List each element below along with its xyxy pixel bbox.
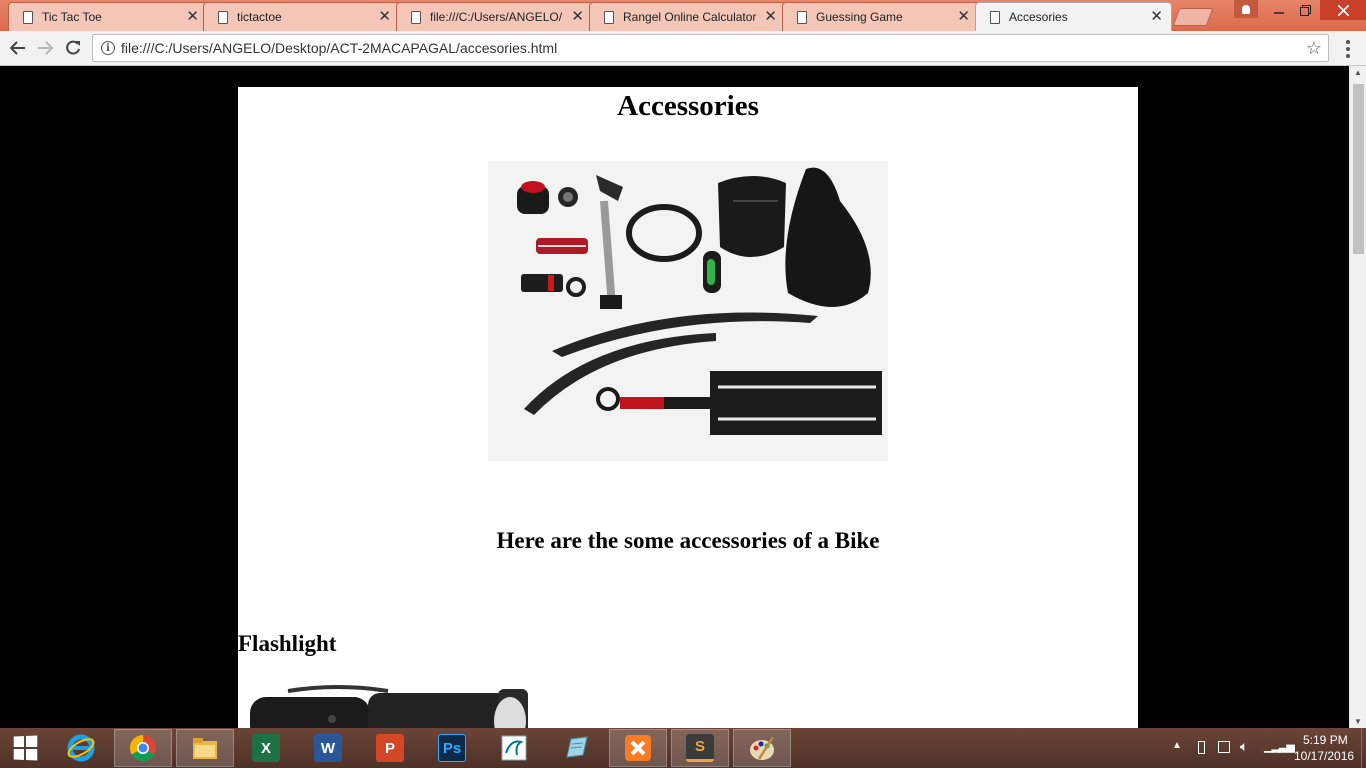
- tab-label: file:///C:/Users/ANGELO/: [430, 10, 563, 24]
- address-bar[interactable]: i file:///C:/Users/ANGELO/Desktop/ACT-2M…: [92, 34, 1329, 62]
- powerpoint-icon: P: [376, 734, 404, 762]
- page-icon: [218, 11, 228, 24]
- mysql-installer-icon: [501, 735, 527, 761]
- photoshop-icon: Ps: [438, 734, 466, 762]
- clock-date[interactable]: 10/17/2016: [1294, 749, 1354, 763]
- tab-tictactoe[interactable]: tictactoe ✕: [203, 2, 400, 31]
- taskbar-powerpoint[interactable]: P: [361, 729, 419, 767]
- minimize-button[interactable]: [1266, 0, 1292, 20]
- page-icon: [797, 11, 807, 24]
- xampp-icon: [625, 735, 651, 761]
- scrollbar-thumb[interactable]: [1353, 84, 1364, 254]
- close-icon[interactable]: ✕: [186, 8, 199, 25]
- dot: [1346, 54, 1350, 58]
- menu-button[interactable]: [1336, 37, 1360, 61]
- reload-button[interactable]: [61, 36, 85, 60]
- battery-icon[interactable]: [1198, 741, 1205, 754]
- intro-text: Here are the some accessories of a Bike: [496, 528, 880, 553]
- dot: [1346, 47, 1350, 51]
- tab-rangel-online-calculator[interactable]: Rangel Online Calculator ✕: [589, 2, 786, 31]
- close-icon[interactable]: ✕: [764, 8, 777, 25]
- start-button[interactable]: [0, 728, 50, 768]
- flashlight-image: [250, 685, 528, 728]
- notepad-icon: [566, 736, 588, 758]
- bike-accessories-image: [488, 161, 888, 461]
- show-hidden-icons-chevron-icon[interactable]: ▲: [1172, 740, 1182, 751]
- action-center-icon[interactable]: [1218, 741, 1230, 753]
- page-title: Accessories: [617, 90, 759, 122]
- tab-tic-tac-toe[interactable]: Tic Tac Toe ✕: [8, 2, 208, 31]
- minimize-icon: [1274, 12, 1284, 14]
- tab-label: Rangel Online Calculator: [623, 10, 757, 24]
- page-viewport: Accessories Here are the some accessorie…: [0, 66, 1349, 728]
- person-icon: [1242, 4, 1250, 14]
- close-icon[interactable]: ✕: [571, 8, 584, 25]
- page-content: Accessories Here are the some accessorie…: [238, 87, 1138, 728]
- vertical-scrollbar[interactable]: ▲ ▼: [1349, 66, 1366, 728]
- scroll-down-arrow-icon[interactable]: ▼: [1354, 717, 1362, 726]
- reload-icon: [66, 40, 80, 55]
- page-icon: [604, 11, 614, 24]
- bookmark-star-icon[interactable]: ☆: [1306, 38, 1322, 59]
- back-button[interactable]: [6, 36, 30, 60]
- tab-label: Accesories: [1009, 10, 1068, 24]
- taskbar-photoshop[interactable]: Ps: [423, 729, 481, 767]
- url-text[interactable]: file:///C:/Users/ANGELO/Desktop/ACT-2MAC…: [121, 40, 557, 56]
- profile-button[interactable]: [1234, 0, 1258, 18]
- arrow-right-icon: [38, 41, 53, 55]
- close-icon[interactable]: ✕: [1150, 8, 1163, 25]
- tab-label: Tic Tac Toe: [42, 10, 102, 24]
- page-icon: [23, 11, 33, 24]
- network-signal-icon[interactable]: ▁▂▃▅: [1264, 740, 1295, 753]
- tab-file-path[interactable]: file:///C:/Users/ANGELO/ ✕: [396, 2, 593, 31]
- taskbar-file-explorer[interactable]: [176, 729, 234, 767]
- taskbar-internet-explorer[interactable]: [52, 729, 110, 767]
- chrome-icon: [129, 734, 156, 762]
- windows-taskbar: X W P Ps S ▲ 🔈︎ ▁▂▃▅ 5:19 PM 10/17/2016: [0, 728, 1366, 768]
- show-desktop-button[interactable]: [1361, 728, 1366, 768]
- close-icon[interactable]: ✕: [378, 8, 391, 25]
- close-icon: [1337, 4, 1349, 16]
- section-heading-flashlight: Flashlight: [238, 631, 337, 656]
- taskbar-mysql-installer[interactable]: [485, 729, 543, 767]
- paint-icon: [750, 736, 775, 760]
- excel-icon: X: [252, 734, 280, 762]
- taskbar-notepad[interactable]: [547, 729, 605, 767]
- window-close-button[interactable]: [1320, 0, 1366, 20]
- taskbar-paint[interactable]: [733, 729, 791, 767]
- close-icon[interactable]: ✕: [957, 8, 970, 25]
- restore-icon: [1299, 4, 1311, 16]
- volume-icon[interactable]: 🔈︎: [1240, 738, 1248, 755]
- file-explorer-icon: [193, 738, 217, 759]
- title-bar: Tic Tac Toe ✕ tictactoe ✕ file:///C:/Use…: [0, 0, 1366, 31]
- taskbar-xampp[interactable]: [609, 729, 667, 767]
- clock-time[interactable]: 5:19 PM: [1303, 733, 1348, 747]
- windows-logo-icon: [13, 735, 38, 761]
- tab-label: tictactoe: [237, 10, 282, 24]
- restore-button[interactable]: [1292, 0, 1318, 20]
- arrow-left-icon: [10, 41, 25, 55]
- sublime-text-icon: S: [686, 734, 714, 762]
- new-tab-button[interactable]: [1172, 8, 1214, 26]
- info-icon[interactable]: i: [101, 41, 115, 55]
- page-icon: [990, 11, 1000, 24]
- system-tray: ▲ 🔈︎ ▁▂▃▅ 5:19 PM 10/17/2016: [1166, 728, 1366, 768]
- tab-guessing-game[interactable]: Guessing Game ✕: [782, 2, 979, 31]
- browser-toolbar: i file:///C:/Users/ANGELO/Desktop/ACT-2M…: [0, 31, 1366, 66]
- tab-accesories[interactable]: Accesories ✕: [975, 2, 1172, 31]
- page-icon: [411, 11, 421, 24]
- scroll-up-arrow-icon[interactable]: ▲: [1354, 68, 1362, 77]
- taskbar-chrome[interactable]: [114, 729, 172, 767]
- taskbar-sublime-text[interactable]: S: [671, 729, 729, 767]
- forward-button[interactable]: [33, 36, 57, 60]
- internet-explorer-icon: [67, 734, 95, 762]
- taskbar-excel[interactable]: X: [237, 729, 295, 767]
- dot: [1346, 40, 1350, 44]
- tab-label: Guessing Game: [816, 10, 903, 24]
- word-icon: W: [314, 734, 342, 762]
- taskbar-word[interactable]: W: [299, 729, 357, 767]
